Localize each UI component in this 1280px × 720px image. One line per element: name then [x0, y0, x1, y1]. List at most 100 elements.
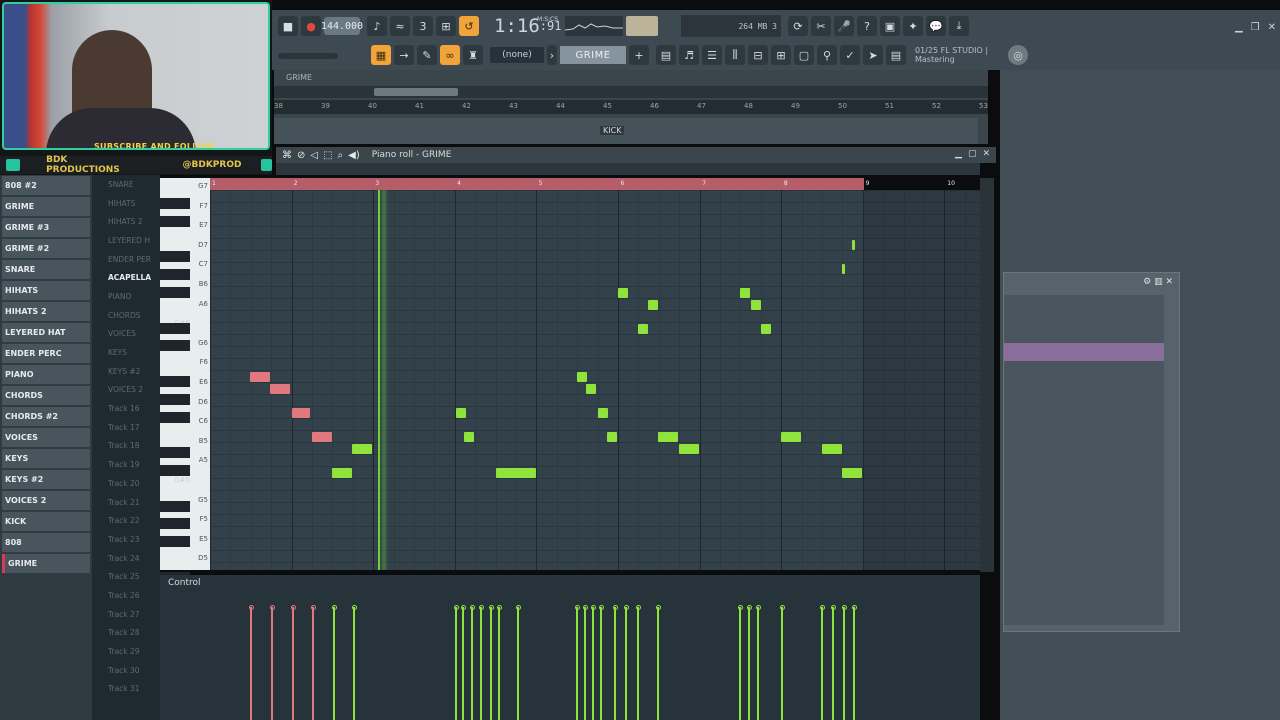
velocity-stem[interactable] [312, 607, 314, 720]
touch-icon[interactable]: ⚲ [817, 45, 837, 65]
mixer-track-label[interactable]: Track 28 [92, 624, 160, 643]
tempo-display[interactable]: 144.000 [321, 17, 363, 35]
magnet-icon[interactable]: ⌘ [282, 150, 292, 161]
note[interactable] [332, 468, 352, 478]
channel-button[interactable]: HIHATS 2 [2, 302, 90, 321]
note[interactable] [352, 444, 372, 454]
note[interactable] [270, 384, 290, 394]
velocity-handle[interactable] [830, 605, 836, 610]
black-key[interactable] [160, 340, 190, 352]
velocity-handle[interactable] [612, 605, 618, 610]
velocity-stem[interactable] [353, 607, 355, 720]
playlist-icon[interactable]: ▤ [656, 45, 676, 65]
black-key[interactable] [160, 447, 190, 459]
mixer-track-label[interactable]: Track 20 [92, 474, 160, 493]
note[interactable] [577, 372, 587, 382]
note[interactable] [598, 408, 608, 418]
piano-roll-close-icon[interactable]: ✕ [982, 149, 990, 159]
channel-button[interactable]: GRIME #3 [2, 218, 90, 237]
playlist-track[interactable]: KICK [274, 118, 978, 144]
mixer-track-label[interactable]: CHORDS [92, 306, 160, 325]
mixer-track-label[interactable]: HIHATS [92, 194, 160, 213]
velocity-stem[interactable] [592, 607, 594, 720]
velocity-handle[interactable] [496, 605, 502, 610]
piano-roll-grid[interactable] [210, 190, 980, 570]
note[interactable] [648, 300, 658, 310]
velocity-handle[interactable] [851, 605, 857, 610]
black-key[interactable] [160, 287, 190, 298]
countdown-button[interactable]: 3 [413, 16, 433, 36]
note[interactable] [751, 300, 761, 310]
step-edit-button[interactable]: ⊞ [436, 16, 456, 36]
velocity-handle[interactable] [590, 605, 596, 610]
velocity-stem[interactable] [657, 607, 659, 720]
velocity-handle[interactable] [655, 605, 661, 610]
mixer-track-label[interactable]: Track 16 [92, 399, 160, 418]
black-key[interactable] [160, 322, 190, 334]
channel-rack-icon[interactable]: ☰ [702, 45, 722, 65]
save-icon[interactable]: ▣ [880, 16, 900, 36]
link-icon[interactable]: ∞ [440, 45, 460, 65]
playlist-scroll-thumb[interactable] [374, 88, 458, 96]
velocity-handle[interactable] [746, 605, 752, 610]
note[interactable] [740, 288, 750, 298]
piano-roll-scrollbar[interactable] [980, 178, 994, 572]
piano-roll-ruler[interactable]: 1 2 3 4 5 6 7 8 9 10 [210, 178, 980, 190]
velocity-stem[interactable] [480, 607, 482, 720]
velocity-handle[interactable] [269, 605, 275, 610]
piano-roll-minimize-icon[interactable]: ▁ [955, 149, 962, 159]
arrow-icon[interactable]: → [394, 45, 414, 65]
mixer-track-label[interactable]: SNARE [92, 175, 160, 194]
note[interactable] [496, 468, 536, 478]
export-icon[interactable]: ⤓ [949, 16, 969, 36]
velocity-stem[interactable] [471, 607, 473, 720]
channel-button[interactable]: ENDER PERC [2, 344, 90, 363]
note[interactable] [852, 240, 855, 250]
velocity-handle[interactable] [598, 605, 604, 610]
mixer-track-label[interactable]: ENDER PER [92, 250, 160, 269]
minimize-icon[interactable]: ▁ [1235, 22, 1243, 33]
channel-button[interactable]: GRIME [2, 197, 90, 216]
mixer-track-label[interactable]: ACAPELLA [92, 268, 160, 287]
channel-button[interactable]: CHORDS #2 [2, 407, 90, 426]
velocity-stem[interactable] [853, 607, 855, 720]
note[interactable] [250, 372, 270, 382]
mixer-track-label[interactable]: Track 25 [92, 567, 160, 586]
tuner-icon[interactable]: ✓ [840, 45, 860, 65]
velocity-stem[interactable] [843, 607, 845, 720]
help-icon[interactable]: ? [857, 16, 877, 36]
plugin-picker-icon[interactable]: ⊞ [771, 45, 791, 65]
velocity-handle[interactable] [841, 605, 847, 610]
note[interactable] [586, 384, 596, 394]
mixer-track-label[interactable]: LEYERED H [92, 231, 160, 250]
mixer-track-label[interactable]: Track 30 [92, 661, 160, 680]
channel-button[interactable]: KEYS [2, 449, 90, 468]
velocity-handle[interactable] [351, 605, 357, 610]
mixer-track-label[interactable]: Track 23 [92, 530, 160, 549]
black-key[interactable] [160, 465, 190, 476]
channel-button[interactable]: 808 #2 [2, 176, 90, 195]
velocity-stem[interactable] [517, 607, 519, 720]
pattern-selector[interactable]: GRIME [560, 46, 626, 64]
piano-roll-maximize-icon[interactable]: ▢ [968, 149, 977, 159]
velocity-stem[interactable] [821, 607, 823, 720]
playhead[interactable] [378, 190, 388, 570]
mixer-track-label[interactable]: Track 27 [92, 605, 160, 624]
snap-icon[interactable]: ▦ [371, 45, 391, 65]
mixer-track-label[interactable]: VOICES 2 [92, 381, 160, 400]
playlist-ruler[interactable]: 38 39 40 41 42 43 44 45 46 47 48 49 50 51 52 53 [274, 100, 988, 114]
stop-button[interactable]: ■ [278, 16, 298, 36]
mixer-track-label[interactable]: KEYS #2 [92, 362, 160, 381]
project-icon[interactable]: ▢ [794, 45, 814, 65]
microphone-icon[interactable]: 🎤 [834, 16, 854, 36]
metronome-button[interactable]: ♪ [367, 16, 387, 36]
velocity-handle[interactable] [635, 605, 641, 610]
black-key[interactable] [160, 500, 190, 512]
velocity-handle[interactable] [737, 605, 743, 610]
velocity-stem[interactable] [781, 607, 783, 720]
velocity-stem[interactable] [455, 607, 457, 720]
speaker-icon[interactable]: ◀) [348, 150, 360, 161]
piano-keyboard[interactable]: G7F7E7D7C7B6A6G#6G6F6E6D6C6B5A5G#5G5F5E5… [160, 178, 210, 583]
note[interactable] [456, 408, 466, 418]
black-key[interactable] [160, 251, 190, 263]
